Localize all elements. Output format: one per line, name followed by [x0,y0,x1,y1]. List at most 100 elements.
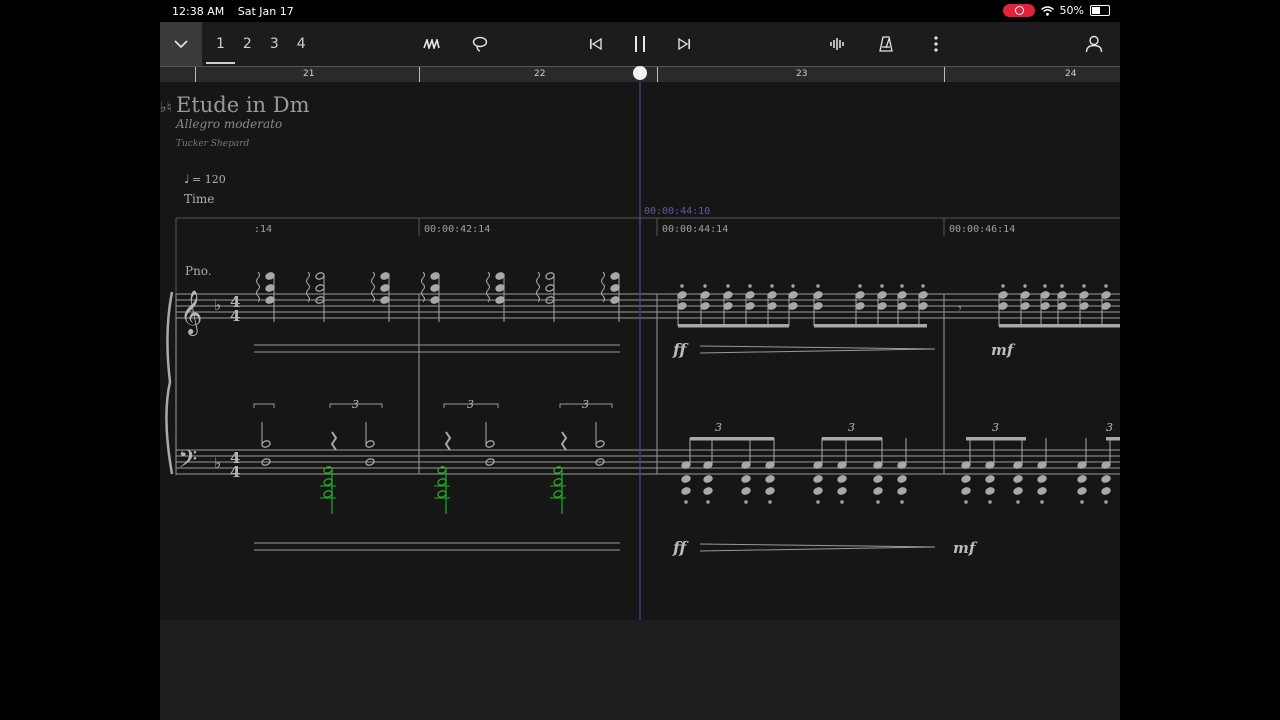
note-head [495,272,505,280]
status-date: Sat Jan 17 [237,5,294,18]
status-time: 12:38 AM [172,5,225,18]
note-head [1101,475,1111,483]
note-head [767,291,777,299]
note-head [681,487,691,495]
composer: Tucker Shepard [176,139,250,149]
playhead-handle[interactable] [633,66,647,80]
account-icon[interactable] [1084,34,1104,54]
note-head [610,284,620,292]
note-head [998,291,1008,299]
note-head [1040,291,1050,299]
note-head [918,291,928,299]
note-head [998,302,1008,310]
collapse-button[interactable] [160,22,202,66]
arpeggio [536,271,540,303]
audio-waveform-icon[interactable] [828,34,848,54]
note-head [430,272,440,280]
arpeggio [421,271,425,303]
triplet-number: 3 [1106,421,1113,434]
note-head [495,284,505,292]
metronome-icon[interactable] [876,34,896,54]
note-head [813,302,823,310]
note-head [610,272,620,280]
timestamp-partial: :14 [254,224,272,235]
note-head [315,284,325,292]
skip-back-icon[interactable] [586,34,606,54]
score-subtitle: Allegro moderato [175,117,282,131]
note-head [767,302,777,310]
score-view[interactable]: ♭♮ Etude in Dm Allegro moderato Tucker S… [160,82,1120,620]
pause-icon[interactable] [630,34,650,54]
page-tab-2[interactable]: 2 [243,36,252,52]
note-head [365,440,375,448]
note-head [1077,475,1087,483]
note-head [855,291,865,299]
note-head [813,487,823,495]
note-head [545,272,555,280]
note-head [703,487,713,495]
timestamp-46: 00:00:46:14 [949,224,1015,235]
triplet-number: 3 [715,421,722,434]
skip-forward-icon[interactable] [674,34,694,54]
triplet-number: 3 [467,398,474,411]
tempo-note-glyph: ♩ [184,172,190,186]
note-head [677,291,687,299]
timestamp-42: 00:00:42:14 [424,224,490,235]
note-head [855,302,865,310]
note-head [788,302,798,310]
treble-time-bottom: 4 [230,307,240,325]
quarter-rest [330,431,338,451]
score-title[interactable]: Etude in Dm [176,93,310,117]
measure-number-21: 21 [303,69,315,79]
note-head [703,475,713,483]
note-head [837,487,847,495]
note-head [677,302,687,310]
note-head [813,475,823,483]
quarter-rest [444,431,452,451]
more-options-icon[interactable] [926,34,946,54]
bass-time-bottom: 4 [230,463,240,481]
note-head [1037,487,1047,495]
dynamic-ff-treble: ff [672,340,689,359]
page-tab-1[interactable]: 1 [206,36,235,64]
note-head [1037,475,1047,483]
note-head [380,296,390,304]
screen-recording-icon[interactable] [1002,4,1035,17]
note-head [745,291,755,299]
note-head [1013,475,1023,483]
note-head [1057,302,1067,310]
notation-mode-icon[interactable] [422,34,442,54]
lasso-icon[interactable] [470,34,490,54]
measure-number-22: 22 [534,69,546,79]
note-head [723,291,733,299]
note-head [1101,291,1111,299]
note-head [873,487,883,495]
note-head [877,291,887,299]
note-head [873,475,883,483]
bass-key-flat: ♭ [214,454,221,472]
time-label: Time [184,192,214,206]
note-head [265,284,275,292]
wifi-icon [1040,5,1054,16]
treble-clef: 𝄞 [180,290,202,336]
note-head [1101,302,1111,310]
triplet-number: 3 [352,398,359,411]
note-head [897,487,907,495]
note-head [985,487,995,495]
page-tab-3[interactable]: 3 [270,36,279,52]
note-head [265,296,275,304]
toolbar: 1 2 3 4 [160,22,1120,66]
page-tab-4[interactable]: 4 [297,36,306,52]
note-head [1079,291,1089,299]
note-head [741,487,751,495]
note-head [765,475,775,483]
note-head [745,302,755,310]
bass-staff [176,449,1120,475]
note-head [1057,291,1067,299]
note-head [918,302,928,310]
note-head [985,475,995,483]
note-head [961,475,971,483]
note-head [1077,487,1087,495]
note-head [1013,487,1023,495]
note-head [1020,302,1030,310]
